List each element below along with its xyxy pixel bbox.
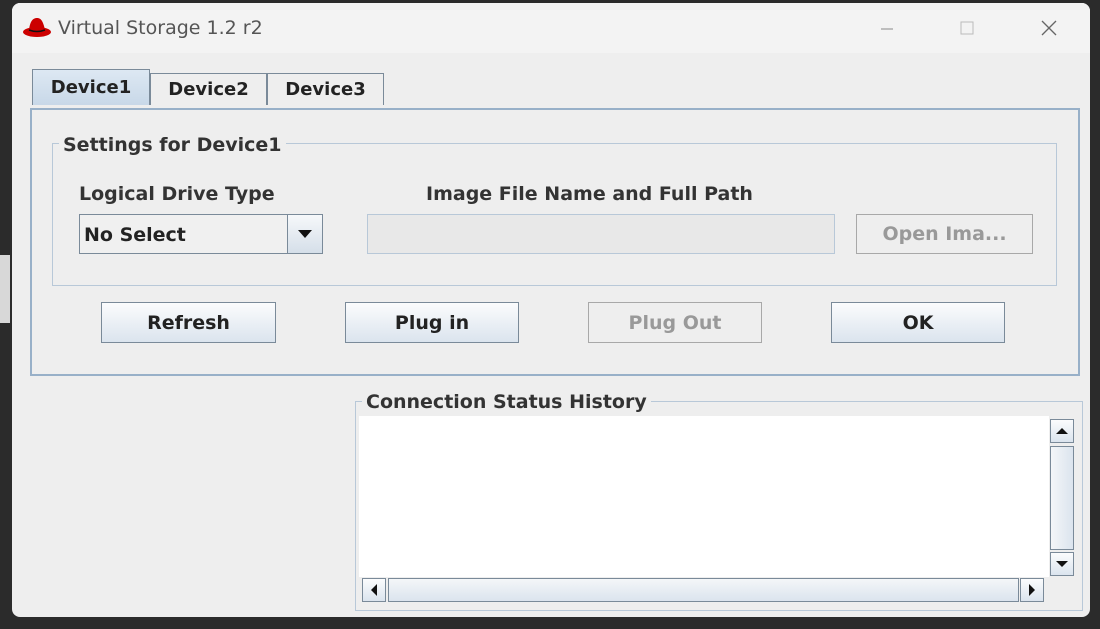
plug-out-label: Plug Out <box>628 311 722 334</box>
tab-label: Device3 <box>285 79 366 100</box>
title-bar[interactable]: Virtual Storage 1.2 r2 <box>12 3 1090 53</box>
vertical-scrollbar[interactable] <box>1049 416 1075 577</box>
settings-group-title: Settings for Device1 <box>59 134 286 156</box>
vertical-scroll-thumb[interactable] <box>1050 446 1074 550</box>
chevron-up-icon <box>1056 428 1068 434</box>
app-window: Virtual Storage 1.2 r2 Device1 Device2 D… <box>12 3 1090 617</box>
tab-device1[interactable]: Device1 <box>32 69 150 105</box>
horizontal-scrollbar[interactable] <box>359 577 1049 603</box>
maximize-button[interactable] <box>927 3 1007 53</box>
drive-type-select[interactable]: No Select <box>79 214 323 254</box>
scroll-right-button[interactable] <box>1020 578 1044 602</box>
chevron-down-icon <box>1056 561 1068 567</box>
background-window-edge <box>0 255 10 323</box>
plug-in-label: Plug in <box>394 311 470 334</box>
minimize-button[interactable] <box>847 3 927 53</box>
redhat-logo-icon <box>23 18 51 37</box>
connection-status-log[interactable] <box>359 416 1049 577</box>
scroll-left-button[interactable] <box>362 578 386 602</box>
chevron-left-icon <box>371 584 377 596</box>
tab-device3[interactable]: Device3 <box>267 73 384 105</box>
chevron-down-icon <box>298 230 312 238</box>
chevron-right-icon <box>1029 584 1035 596</box>
ok-label: OK <box>902 311 934 334</box>
refresh-label: Refresh <box>147 311 230 334</box>
plug-out-button[interactable]: Plug Out <box>588 302 762 343</box>
maximize-icon <box>960 21 974 35</box>
image-path-label: Image File Name and Full Path <box>426 183 753 205</box>
tab-label: Device1 <box>50 77 132 98</box>
drive-type-label: Logical Drive Type <box>79 183 275 205</box>
drive-type-value: No Select <box>84 224 186 246</box>
tab-device2[interactable]: Device2 <box>150 73 267 105</box>
window-title: Virtual Storage 1.2 r2 <box>58 17 263 39</box>
tab-label: Device2 <box>168 79 249 100</box>
plug-in-button[interactable]: Plug in <box>345 302 519 343</box>
close-icon <box>1041 20 1057 36</box>
open-image-button[interactable]: Open Ima... <box>856 214 1033 254</box>
minimize-icon <box>881 28 893 30</box>
connection-status-title: Connection Status History <box>362 391 651 413</box>
image-path-field[interactable] <box>367 214 835 254</box>
scroll-up-button[interactable] <box>1050 419 1074 443</box>
open-image-label: Open Ima... <box>882 223 1007 245</box>
ok-button[interactable]: OK <box>831 302 1005 343</box>
scroll-down-button[interactable] <box>1050 552 1074 576</box>
close-button[interactable] <box>1009 3 1089 53</box>
horizontal-scroll-thumb[interactable] <box>388 578 1019 602</box>
refresh-button[interactable]: Refresh <box>101 302 276 343</box>
drive-type-dropdown-button[interactable] <box>287 215 322 253</box>
